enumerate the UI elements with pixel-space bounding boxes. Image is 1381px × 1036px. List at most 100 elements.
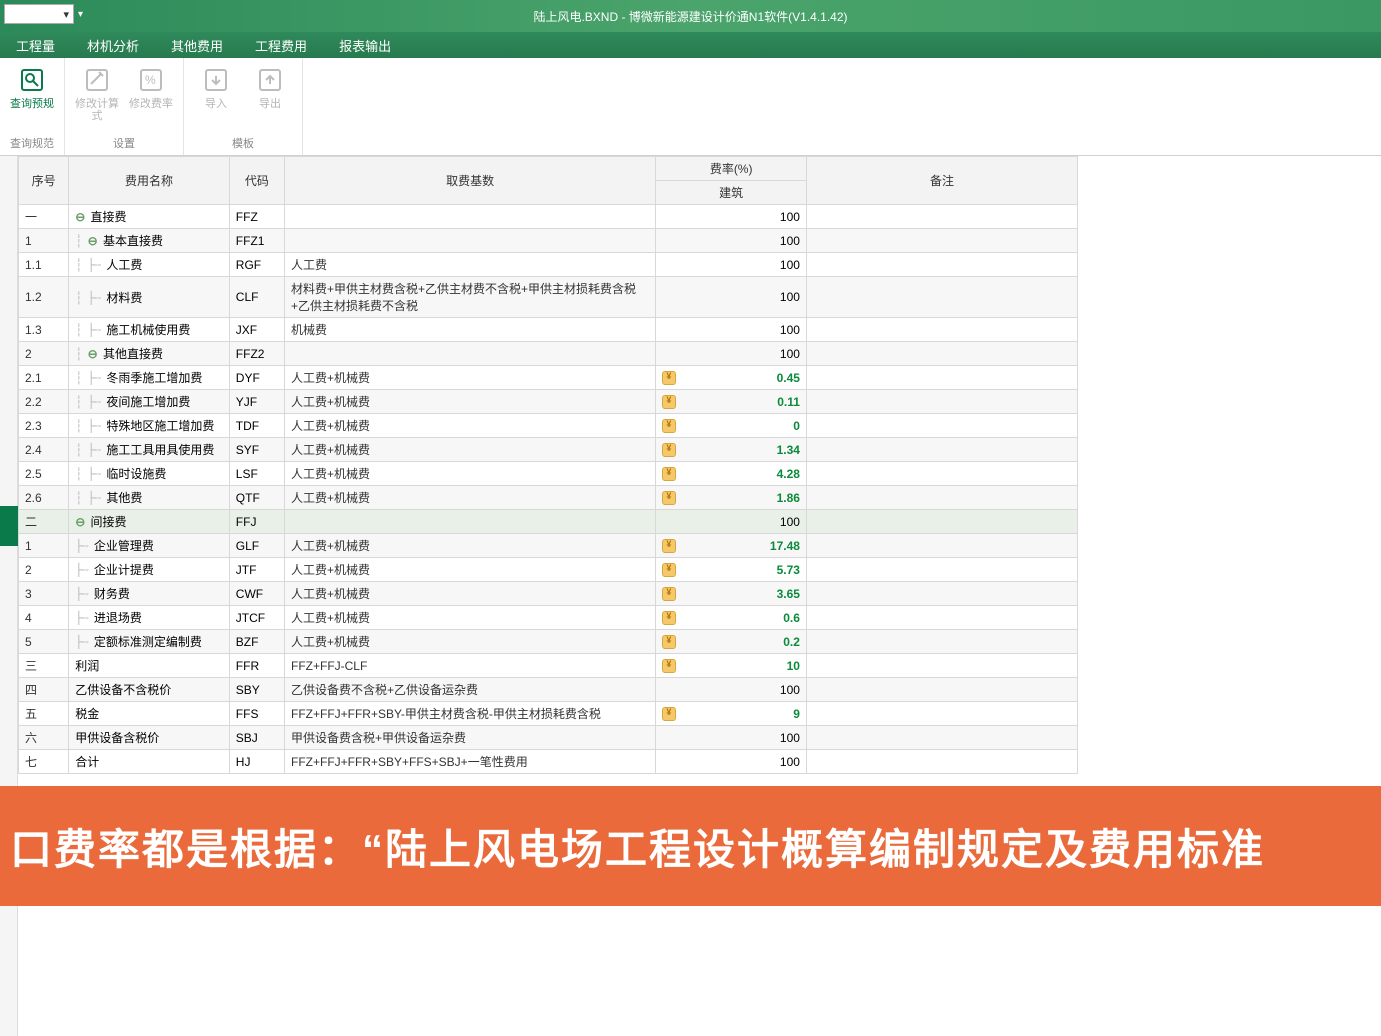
table-row[interactable]: 1.1┆ ├╌ 人工费RGF人工费100: [19, 253, 1078, 277]
table-row[interactable]: 2.5┆ ├╌ 临时设施费LSF人工费+机械费4.28: [19, 462, 1078, 486]
cell-base: 人工费+机械费: [284, 558, 655, 582]
cell-seq: 2: [19, 558, 69, 582]
col-rate-sub[interactable]: 建筑: [656, 181, 807, 205]
cell-code: CWF: [229, 582, 284, 606]
cell-base: [284, 510, 655, 534]
cell-seq: 四: [19, 678, 69, 702]
cell-rate[interactable]: 100: [656, 277, 807, 318]
left-tab-indicator[interactable]: [0, 506, 18, 546]
cell-rate[interactable]: 17.48: [656, 534, 807, 558]
cell-rate[interactable]: 0.6: [656, 606, 807, 630]
cell-seq: 1.2: [19, 277, 69, 318]
table-row[interactable]: 三利润FFRFFZ+FFJ-CLF10: [19, 654, 1078, 678]
cell-rate[interactable]: 1.86: [656, 486, 807, 510]
tree-toggle-icon[interactable]: ⊖: [88, 234, 98, 248]
table-row[interactable]: 1.3┆ ├╌ 施工机械使用费JXF机械费100: [19, 318, 1078, 342]
table-row[interactable]: 2.6┆ ├╌ 其他费QTF人工费+机械费1.86: [19, 486, 1078, 510]
table-row[interactable]: 2.2┆ ├╌ 夜间施工增加费YJF人工费+机械费0.11: [19, 390, 1078, 414]
cell-rate[interactable]: 100: [656, 750, 807, 774]
table-row[interactable]: 2.4┆ ├╌ 施工工具用具使用费SYF人工费+机械费1.34: [19, 438, 1078, 462]
col-name[interactable]: 费用名称: [69, 157, 230, 205]
col-rate-group[interactable]: 费率(%): [656, 157, 807, 181]
cell-name: ⊖ 直接费: [69, 205, 230, 229]
ribbon-button[interactable]: 查询预规: [8, 62, 56, 110]
rate-badge-icon: [662, 563, 676, 577]
cell-rate[interactable]: 100: [656, 726, 807, 750]
table-row[interactable]: 2├╌ 企业计提费JTF人工费+机械费5.73: [19, 558, 1078, 582]
menu-item[interactable]: 材机分析: [71, 32, 155, 58]
table-row[interactable]: 1┆ ⊖ 基本直接费FFZ1100: [19, 229, 1078, 253]
tree-toggle-icon[interactable]: ⊖: [75, 515, 85, 529]
cell-remark: [806, 654, 1077, 678]
qat-more-icon[interactable]: ▾: [78, 9, 83, 20]
cell-name: ├╌ 财务费: [69, 582, 230, 606]
table-row[interactable]: 3├╌ 财务费CWF人工费+机械费3.65: [19, 582, 1078, 606]
cell-remark: [806, 750, 1077, 774]
table-row[interactable]: 2┆ ⊖ 其他直接费FFZ2100: [19, 342, 1078, 366]
cell-base: 乙供设备费不含税+乙供设备运杂费: [284, 678, 655, 702]
col-seq[interactable]: 序号: [19, 157, 69, 205]
cell-rate[interactable]: 1.34: [656, 438, 807, 462]
rate-badge-icon: [662, 707, 676, 721]
cell-rate[interactable]: 0.2: [656, 630, 807, 654]
quick-access-toolbar: ▾ ▾: [4, 4, 83, 24]
col-remark[interactable]: 备注: [806, 157, 1077, 205]
cell-seq: 五: [19, 702, 69, 726]
cell-rate[interactable]: 5.73: [656, 558, 807, 582]
cell-seq: 2.4: [19, 438, 69, 462]
cell-rate[interactable]: 100: [656, 205, 807, 229]
cell-name: ┆ ├╌ 其他费: [69, 486, 230, 510]
menu-item[interactable]: 工程费用: [239, 32, 323, 58]
tree-toggle-icon[interactable]: ⊖: [75, 210, 85, 224]
table-row[interactable]: 四乙供设备不含税价SBY乙供设备费不含税+乙供设备运杂费100: [19, 678, 1078, 702]
cell-name: ┆ ├╌ 临时设施费: [69, 462, 230, 486]
table-row[interactable]: 5├╌ 定额标准测定编制费BZF人工费+机械费0.2: [19, 630, 1078, 654]
cell-rate[interactable]: 0.45: [656, 366, 807, 390]
cell-base: 人工费+机械费: [284, 390, 655, 414]
cell-code: HJ: [229, 750, 284, 774]
col-base[interactable]: 取费基数: [284, 157, 655, 205]
cell-remark: [806, 205, 1077, 229]
table-row[interactable]: 4├╌ 进退场费JTCF人工费+机械费0.6: [19, 606, 1078, 630]
cell-seq: 2.1: [19, 366, 69, 390]
cell-code: GLF: [229, 534, 284, 558]
table-row[interactable]: 一⊖ 直接费FFZ100: [19, 205, 1078, 229]
cell-remark: [806, 253, 1077, 277]
col-code[interactable]: 代码: [229, 157, 284, 205]
cell-rate[interactable]: 100: [656, 318, 807, 342]
table-row[interactable]: 1.2┆ ├╌ 材料费CLF材料费+甲供主材费含税+乙供主材费不含税+甲供主材损…: [19, 277, 1078, 318]
qat-dropdown[interactable]: ▾: [4, 4, 74, 24]
cell-rate[interactable]: 10: [656, 654, 807, 678]
table-row[interactable]: 2.1┆ ├╌ 冬雨季施工增加费DYF人工费+机械费0.45: [19, 366, 1078, 390]
cell-base: 人工费+机械费: [284, 534, 655, 558]
menu-item[interactable]: 报表输出: [323, 32, 407, 58]
cell-rate[interactable]: 4.28: [656, 462, 807, 486]
cell-rate[interactable]: 0: [656, 414, 807, 438]
cell-name: 合计: [69, 750, 230, 774]
cell-code: FFJ: [229, 510, 284, 534]
cell-rate[interactable]: 9: [656, 702, 807, 726]
table-row[interactable]: 1├╌ 企业管理费GLF人工费+机械费17.48: [19, 534, 1078, 558]
table-row[interactable]: 七合计HJFFZ+FFJ+FFR+SBY+FFS+SBJ+一笔性费用100: [19, 750, 1078, 774]
cell-base: 甲供设备费含税+甲供设备运杂费: [284, 726, 655, 750]
cell-rate[interactable]: 100: [656, 253, 807, 277]
table-row[interactable]: 五税金FFSFFZ+FFJ+FFR+SBY-甲供主材费含税-甲供主材损耗费含税9: [19, 702, 1078, 726]
cell-rate[interactable]: 100: [656, 229, 807, 253]
rate-badge-icon: [662, 587, 676, 601]
cell-rate[interactable]: 100: [656, 510, 807, 534]
cell-rate[interactable]: 100: [656, 342, 807, 366]
menu-item[interactable]: 其他费用: [155, 32, 239, 58]
table-row[interactable]: 二⊖ 间接费FFJ100: [19, 510, 1078, 534]
cell-rate[interactable]: 0.11: [656, 390, 807, 414]
tree-toggle-icon[interactable]: ⊖: [88, 347, 98, 361]
cell-rate[interactable]: 100: [656, 678, 807, 702]
cell-name: ┆ ├╌ 冬雨季施工增加费: [69, 366, 230, 390]
banner-text: 口费率都是根据：“陆上风电场工程设计概算编制规定及费用标准: [10, 816, 1265, 877]
table-row[interactable]: 六甲供设备含税价SBJ甲供设备费含税+甲供设备运杂费100: [19, 726, 1078, 750]
cell-seq: 1: [19, 229, 69, 253]
table-row[interactable]: 2.3┆ ├╌ 特殊地区施工增加费TDF人工费+机械费0: [19, 414, 1078, 438]
cell-rate[interactable]: 3.65: [656, 582, 807, 606]
cell-remark: [806, 229, 1077, 253]
cell-remark: [806, 486, 1077, 510]
menu-item[interactable]: 工程量: [0, 32, 71, 58]
